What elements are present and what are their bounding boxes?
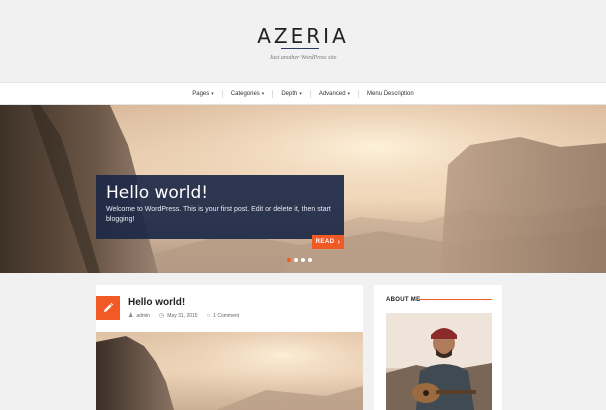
- nav-item-categories[interactable]: Categories ▾: [223, 91, 273, 97]
- hero-title[interactable]: Hello world!: [106, 183, 208, 203]
- hero-excerpt: Welcome to WordPress. This is your first…: [106, 206, 331, 223]
- title-underline: [281, 48, 319, 49]
- hero-caption-card: Hello world! Welcome to WordPress. This …: [96, 175, 344, 239]
- nav-item-label: Categories: [230, 90, 260, 97]
- nav-item-advanced[interactable]: Advanced ▾: [311, 91, 358, 97]
- post-comments[interactable]: 1 Comment: [213, 313, 239, 319]
- slider-dot[interactable]: [294, 258, 298, 262]
- post-date[interactable]: May 31, 2015: [167, 313, 197, 319]
- post-author[interactable]: admin: [136, 313, 150, 319]
- nav-item-depth[interactable]: Depth ▾: [273, 91, 310, 97]
- post-featured-image[interactable]: [96, 332, 363, 410]
- nav-item-menu-description[interactable]: Menu Description: [359, 91, 422, 97]
- chevron-down-icon: ▾: [211, 90, 214, 97]
- read-button-label: READ: [315, 239, 335, 245]
- post-meta: ♟ admin ◷ May 31, 2015 ○ 1 Comment: [128, 312, 239, 320]
- main-navigation: Pages ▾ Categories ▾ Depth ▾ Advanced ▾ …: [0, 82, 606, 105]
- chevron-down-icon: ▾: [347, 90, 351, 97]
- widget-title-rule: [419, 299, 492, 300]
- user-icon: ♟: [128, 313, 134, 319]
- widget-title: ABOUT ME: [386, 297, 421, 303]
- slider-pagination: [287, 258, 312, 262]
- read-more-button[interactable]: READ ›: [312, 235, 344, 249]
- comment-icon: ○: [206, 312, 211, 319]
- nav-item-pages[interactable]: Pages ▾: [184, 91, 222, 97]
- clock-icon: ◷: [159, 313, 165, 319]
- site-title[interactable]: AZERIA: [0, 24, 606, 48]
- hero-slider: Hello world! Welcome to WordPress. This …: [0, 105, 606, 273]
- site-tagline: Just another WordPress site: [269, 55, 337, 61]
- slider-dot[interactable]: [308, 258, 312, 262]
- nav-item-label: Depth: [281, 90, 298, 97]
- nav-item-label: Pages: [192, 90, 210, 97]
- about-me-photo: [386, 313, 492, 410]
- chevron-down-icon: ▾: [299, 90, 302, 97]
- slider-dot-active[interactable]: [287, 258, 291, 262]
- post-card: Hello world! ♟ admin ◷ May 31, 2015 ○ 1 …: [96, 285, 363, 410]
- nav-item-label: Menu Description: [367, 90, 414, 97]
- nav-item-label: Advanced: [318, 90, 346, 97]
- post-title[interactable]: Hello world!: [128, 297, 185, 308]
- slider-dot[interactable]: [301, 258, 305, 262]
- site-header: AZERIA Just another WordPress site: [0, 0, 606, 82]
- chevron-right-icon: ›: [337, 238, 341, 246]
- sidebar-widget-about: ABOUT ME: [374, 285, 502, 410]
- pencil-icon: [96, 296, 120, 320]
- chevron-down-icon: ▾: [261, 90, 265, 97]
- nav-list: Pages ▾ Categories ▾ Depth ▾ Advanced ▾ …: [0, 83, 606, 104]
